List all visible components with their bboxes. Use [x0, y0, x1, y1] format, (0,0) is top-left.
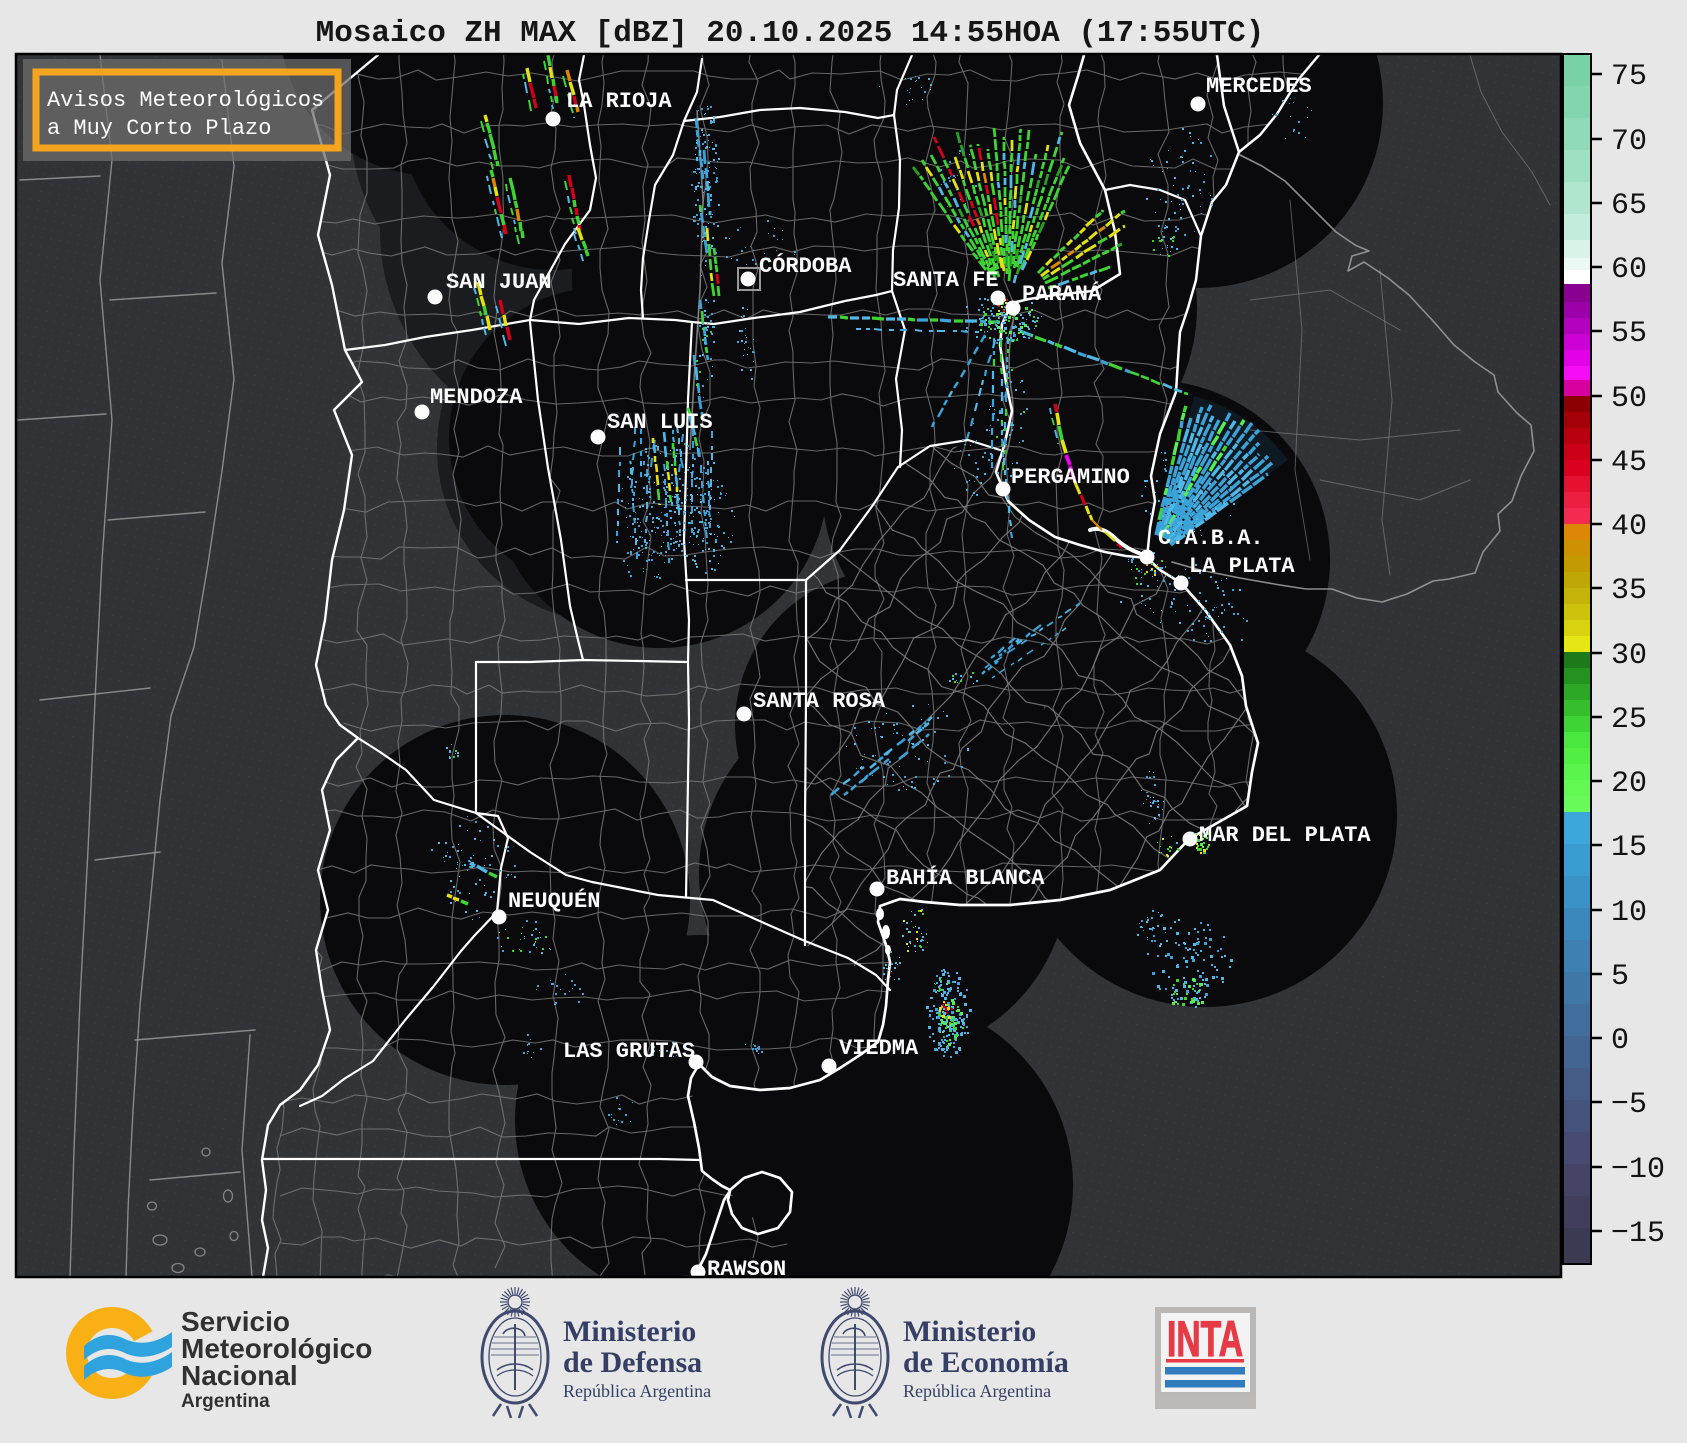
svg-text:Nacional: Nacional [181, 1360, 298, 1391]
svg-text:CÓRDOBA: CÓRDOBA [759, 253, 852, 279]
svg-text:40: 40 [1611, 510, 1647, 544]
svg-text:República Argentina: República Argentina [903, 1381, 1051, 1401]
svg-text:de Defensa: de Defensa [563, 1346, 702, 1379]
svg-text:LAS GRUTAS: LAS GRUTAS [563, 1039, 695, 1064]
svg-text:Ministerio: Ministerio [903, 1315, 1036, 1348]
svg-text:LA PLATA: LA PLATA [1189, 554, 1295, 579]
svg-text:5: 5 [1611, 960, 1629, 994]
svg-text:NEUQUÉN: NEUQUÉN [508, 888, 600, 914]
svg-text:50: 50 [1611, 382, 1647, 416]
svg-text:70: 70 [1611, 125, 1647, 159]
svg-text:INTA: INTA [1167, 1311, 1243, 1367]
svg-text:a Muy Corto Plazo: a Muy Corto Plazo [47, 116, 271, 141]
svg-text:PERGAMINO: PERGAMINO [1011, 465, 1130, 490]
svg-text:República Argentina: República Argentina [563, 1381, 711, 1401]
svg-text:SANTA ROSA: SANTA ROSA [753, 689, 886, 714]
svg-text:65: 65 [1611, 189, 1647, 223]
svg-text:75: 75 [1611, 60, 1647, 94]
svg-text:35: 35 [1611, 574, 1647, 608]
svg-text:0: 0 [1611, 1024, 1629, 1058]
svg-text:55: 55 [1611, 317, 1647, 351]
svg-text:45: 45 [1611, 446, 1647, 480]
svg-text:BAHÍA BLANCA: BAHÍA BLANCA [886, 865, 1045, 891]
svg-text:VIEDMA: VIEDMA [839, 1036, 919, 1061]
svg-text:MENDOZA: MENDOZA [430, 385, 523, 410]
svg-text:SANTA FE: SANTA FE [893, 268, 999, 293]
svg-text:LA RIOJA: LA RIOJA [566, 89, 672, 114]
svg-text:Argentina: Argentina [181, 1391, 270, 1412]
svg-text:Mosaico ZH MAX [dBZ] 20.10.202: Mosaico ZH MAX [dBZ] 20.10.2025 14:55HOA… [316, 16, 1265, 51]
svg-text:MERCEDES: MERCEDES [1206, 74, 1312, 99]
svg-text:−15: −15 [1611, 1217, 1665, 1251]
svg-text:15: 15 [1611, 831, 1647, 865]
svg-text:SAN JUAN: SAN JUAN [446, 270, 552, 295]
svg-text:de Economía: de Economía [903, 1346, 1069, 1379]
svg-text:−10: −10 [1611, 1153, 1665, 1187]
svg-text:Ministerio: Ministerio [563, 1315, 696, 1348]
svg-text:60: 60 [1611, 253, 1647, 287]
svg-text:MAR DEL PLATA: MAR DEL PLATA [1199, 823, 1371, 848]
svg-text:10: 10 [1611, 896, 1647, 930]
svg-text:−5: −5 [1611, 1088, 1647, 1122]
svg-text:C.A.B.A.: C.A.B.A. [1158, 526, 1264, 551]
svg-text:20: 20 [1611, 767, 1647, 801]
svg-text:SAN LUIS: SAN LUIS [607, 410, 713, 435]
svg-text:30: 30 [1611, 639, 1647, 673]
svg-text:Avisos Meteorológicos: Avisos Meteorológicos [47, 88, 324, 113]
svg-text:PARANÁ: PARANÁ [1022, 281, 1102, 307]
svg-text:25: 25 [1611, 703, 1647, 737]
